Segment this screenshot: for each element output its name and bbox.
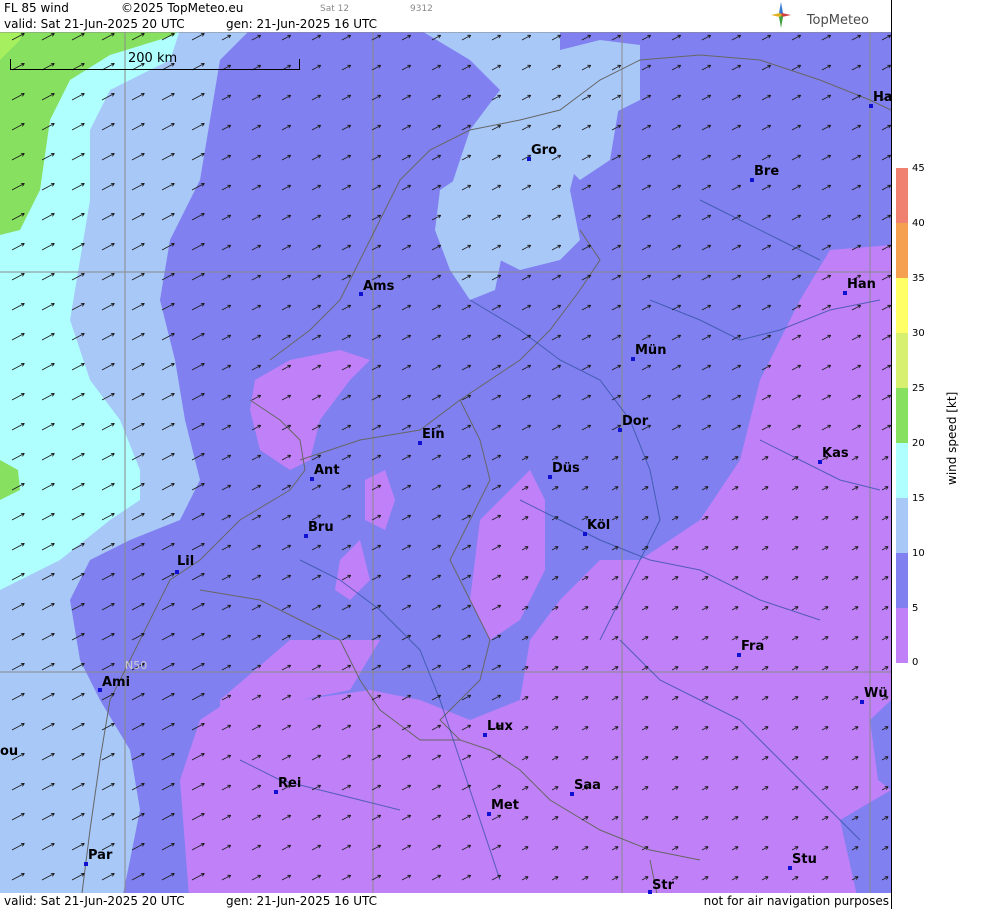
wind-field (0, 0, 891, 909)
city-rei[interactable]: Rei (274, 776, 301, 794)
legend-unit-label: wind speed [kt] (945, 391, 959, 485)
brand-name: TopMeteo (806, 13, 869, 28)
scale-label: 200 km (128, 51, 178, 66)
city-bre[interactable]: Bre (750, 164, 779, 182)
city-ant[interactable]: Ant (310, 463, 340, 481)
latitude-label: N50 (125, 659, 148, 672)
city-met[interactable]: Met (487, 798, 519, 816)
city-ami[interactable]: Ami (98, 675, 130, 692)
city-ams[interactable]: Ams (359, 279, 394, 296)
sat-label: Sat 12 (320, 4, 350, 14)
header-line-1: FL 85 wind ©2025 TopMeteo.eu Sat 12 9312 (0, 0, 891, 16)
tick-40: 40 (912, 218, 925, 229)
city-ein[interactable]: Ein (418, 427, 445, 445)
legend-panel: 45 40 35 30 25 20 15 10 5 0 (891, 0, 983, 909)
valid-label: valid: Sat 21-Jun-2025 20 UTC (4, 17, 185, 31)
city-dus[interactable]: Düs (548, 461, 580, 479)
tick-45: 45 (912, 163, 925, 174)
tick-35: 35 (912, 273, 925, 284)
tick-0: 0 (912, 657, 919, 668)
city-wu[interactable]: Wü (860, 686, 888, 704)
city-kol[interactable]: Köl (583, 518, 610, 536)
tick-30: 30 (912, 328, 925, 339)
city-lux[interactable]: Lux (483, 719, 513, 737)
city-han[interactable]: Han (843, 277, 876, 295)
tick-5: 5 (912, 603, 919, 614)
tick-15: 15 (912, 493, 925, 504)
city-bru[interactable]: Bru (304, 520, 334, 538)
tick-10: 10 (912, 548, 925, 559)
city-ha[interactable]: Ha (869, 90, 891, 108)
code-label: 9312 (410, 4, 433, 14)
footer-valid-label: valid: Sat 21-Jun-2025 20 UTC (4, 894, 185, 908)
tick-20: 20 (912, 438, 925, 449)
city-par[interactable]: Par (84, 848, 112, 866)
city-stu[interactable]: Stu (788, 852, 817, 870)
city-ou[interactable]: ou (0, 744, 18, 759)
city-fra[interactable]: Fra (737, 639, 764, 657)
footer-line: valid: Sat 21-Jun-2025 20 UTC gen: 21-Ju… (0, 893, 891, 909)
city-dor[interactable]: Dor (618, 414, 648, 432)
wind-map[interactable]: FL 85 wind ©2025 TopMeteo.eu Sat 12 9312… (0, 0, 891, 909)
brand-block: TopMeteo (771, 0, 891, 32)
disclaimer-label: not for air navigation purposes (703, 894, 889, 908)
footer-gen-label: gen: 21-Jun-2025 16 UTC (226, 894, 378, 908)
city-gro[interactable]: Gro (527, 143, 557, 161)
city-mun[interactable]: Mün (631, 343, 666, 361)
city-saa[interactable]: Saa (570, 778, 601, 796)
gen-label: gen: 21-Jun-2025 16 UTC (226, 17, 378, 31)
city-lil[interactable]: Lil (175, 554, 194, 574)
city-str[interactable]: Str (648, 878, 674, 894)
copyright-label: ©2025 TopMeteo.eu (121, 1, 244, 15)
product-label: FL 85 wind (4, 1, 69, 15)
color-scale-bar (896, 168, 908, 663)
header-line-2: valid: Sat 21-Jun-2025 20 UTC gen: 21-Ju… (0, 16, 891, 32)
compass-icon (771, 2, 791, 28)
city-kas[interactable]: Kas (818, 446, 849, 464)
tick-25: 25 (912, 383, 925, 394)
